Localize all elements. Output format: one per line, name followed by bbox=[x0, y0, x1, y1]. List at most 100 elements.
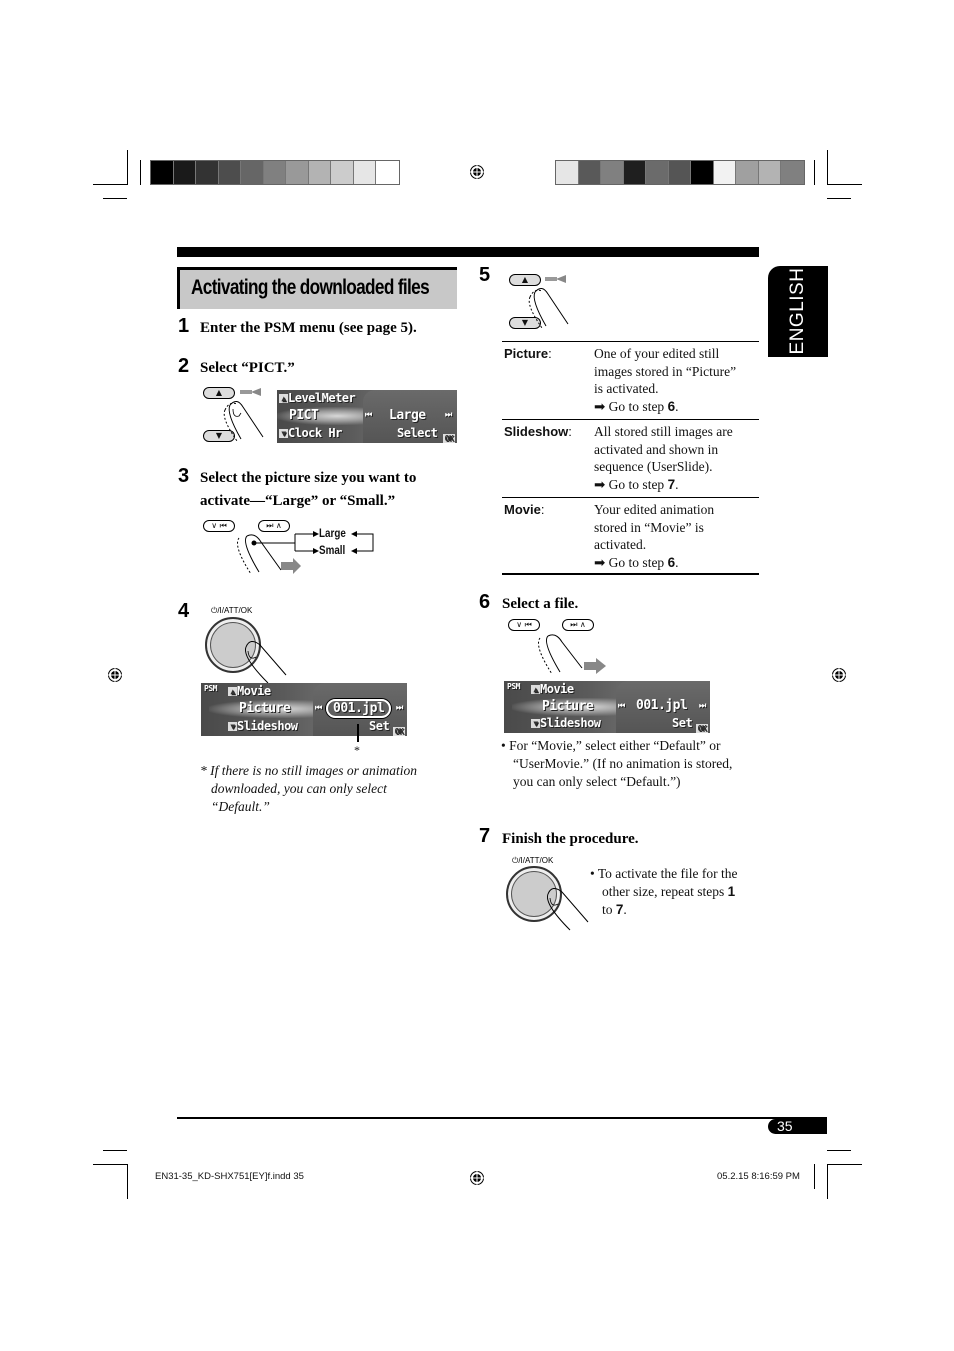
color-swatch bbox=[556, 161, 579, 184]
note-line3: you can only select “Default.”) bbox=[513, 774, 681, 789]
footnote-line3: “Default.” bbox=[211, 799, 270, 814]
lcd-display-step4: PSM ▲ Movie Picture ▼ Slideshow ⏮ 001.jpl … bbox=[201, 683, 407, 736]
step-ref-link[interactable]: 1 bbox=[728, 884, 736, 899]
crop-mark bbox=[127, 150, 128, 185]
step-ref-link[interactable]: 7 bbox=[616, 902, 624, 917]
color-swatch bbox=[668, 161, 692, 184]
color-swatch bbox=[241, 161, 264, 184]
crop-mark bbox=[140, 160, 141, 185]
step-1-number: 1 bbox=[178, 315, 190, 337]
desc-line: One of your edited still bbox=[594, 346, 720, 361]
color-swatch bbox=[781, 161, 805, 184]
registration-mark-icon bbox=[469, 1170, 485, 1186]
color-swatch bbox=[713, 161, 737, 184]
lcd-value: Large bbox=[389, 408, 426, 423]
goto-label: ➡ Go to step bbox=[594, 398, 668, 414]
color-swatch bbox=[623, 161, 647, 184]
crop-mark bbox=[103, 198, 127, 199]
step-3-number: 3 bbox=[178, 465, 190, 487]
lcd-row2-selected: PICT bbox=[289, 408, 319, 423]
option-large: Large bbox=[319, 526, 346, 540]
crop-mark bbox=[827, 184, 862, 185]
language-tab-label: ENGLISH bbox=[787, 267, 808, 355]
option-small: Small bbox=[319, 543, 346, 557]
crop-mark bbox=[827, 150, 828, 185]
knob-label: ⏻/I/ATT/OK bbox=[211, 606, 253, 615]
color-swatch bbox=[331, 161, 354, 184]
lcd-row3: Clock Hr bbox=[288, 426, 342, 440]
desc-line: activated and shown in bbox=[594, 441, 719, 457]
step-7-number: 7 bbox=[479, 825, 491, 847]
color-swatch bbox=[736, 161, 759, 184]
lcd-display-step2: ▲ LevelMeter PICT ▼ Clock Hr ⏮ Large ⏭ Sel… bbox=[277, 390, 457, 443]
lcd-row1: Movie bbox=[237, 684, 271, 698]
table-row-movie: Movie: Your edited animation stored in “… bbox=[502, 497, 759, 575]
color-swatch bbox=[353, 161, 377, 184]
step-6-text: Select a file. bbox=[502, 596, 579, 612]
finger-press-icon bbox=[528, 275, 569, 329]
color-swatch bbox=[286, 161, 309, 184]
callout-asterisk: * bbox=[354, 743, 360, 757]
registration-mark-icon bbox=[831, 667, 847, 683]
goto-step-link[interactable]: 6 bbox=[668, 399, 676, 414]
desc-line: sequence (UserSlide). bbox=[594, 459, 713, 475]
term-slideshow: Slideshow bbox=[504, 424, 569, 439]
finger-press-icon bbox=[244, 641, 287, 684]
table-row-slideshow: Slideshow: All stored still images are a… bbox=[502, 419, 759, 497]
step-1-text: Enter the PSM menu (see page 5). bbox=[200, 320, 417, 336]
lcd-action: Set bbox=[672, 716, 693, 730]
color-calibration-bar-right bbox=[555, 160, 805, 185]
goto-step-link[interactable]: 6 bbox=[668, 555, 676, 570]
step-3-text-line1: Select the picture size you want to bbox=[200, 470, 417, 486]
desc-line: activated. bbox=[594, 537, 647, 553]
desc-line: is activated. bbox=[594, 381, 659, 397]
lcd-row2-selected: Picture bbox=[239, 701, 291, 716]
crop-mark bbox=[827, 198, 851, 199]
section-title: Activating the downloaded files bbox=[191, 276, 430, 299]
lcd-row1: LevelMeter bbox=[288, 391, 356, 405]
color-swatch bbox=[308, 161, 332, 184]
section-title-box: Activating the downloaded files bbox=[177, 267, 457, 309]
color-swatch bbox=[578, 161, 602, 184]
step-4-number: 4 bbox=[178, 600, 190, 622]
footnote-line2: downloaded, you can only select bbox=[211, 781, 387, 796]
next-indicator-icon: ⏭ bbox=[699, 701, 706, 710]
lcd-action: Set bbox=[369, 719, 390, 733]
knob-label: ⏻/I/ATT/OK bbox=[512, 856, 554, 865]
step-3-text-line2: activate—“Large” or “Small.” bbox=[200, 493, 396, 509]
slug-timestamp: 05.2.15 8:16:59 PM bbox=[717, 1171, 800, 1182]
crop-mark bbox=[93, 184, 128, 185]
color-swatch bbox=[376, 161, 400, 184]
desc-line: Your edited animation bbox=[594, 502, 715, 517]
registration-mark-icon bbox=[469, 164, 485, 180]
psm-indicator: PSM bbox=[204, 684, 217, 693]
crop-mark bbox=[127, 1164, 128, 1199]
note-line2: “UserMovie.” (If no animation is stored, bbox=[513, 756, 733, 771]
color-swatch bbox=[691, 161, 714, 184]
option-table: Picture: One of your edited still images… bbox=[502, 341, 759, 575]
desc-line: images stored in “Picture” bbox=[594, 363, 737, 379]
prev-indicator-icon: ⏮ bbox=[365, 410, 372, 419]
crop-mark bbox=[103, 1150, 127, 1151]
term-picture: Picture bbox=[504, 346, 549, 361]
language-tab: ENGLISH bbox=[768, 266, 828, 357]
ok-icon: OK bbox=[443, 433, 455, 443]
slug-filename: EN31-35_KD-SHX751[EY]f.indd 35 bbox=[155, 1171, 304, 1182]
lcd-row3: Slideshow bbox=[540, 716, 601, 730]
note-line1: • For “Movie,” select either “Default” o… bbox=[501, 738, 721, 753]
crop-mark bbox=[814, 1164, 815, 1189]
prev-indicator-icon: ⏮ bbox=[618, 701, 625, 710]
color-swatch bbox=[196, 161, 219, 184]
lcd-row2-selected: Picture bbox=[542, 699, 594, 714]
color-swatch bbox=[173, 161, 197, 184]
color-swatch bbox=[758, 161, 782, 184]
next-indicator-icon: ⏭ bbox=[445, 410, 452, 419]
lcd-display-step6: PSM ▲ Movie Picture ▼ Slideshow ⏮ 001.jpl … bbox=[504, 681, 710, 733]
color-swatch bbox=[601, 161, 624, 184]
finger-press-icon bbox=[223, 388, 264, 442]
color-swatch bbox=[646, 161, 669, 184]
step-2-text: Select “PICT.” bbox=[200, 360, 295, 376]
psm-indicator: PSM bbox=[507, 682, 520, 691]
step-6-number: 6 bbox=[479, 591, 491, 613]
goto-step-link[interactable]: 7 bbox=[668, 477, 676, 492]
